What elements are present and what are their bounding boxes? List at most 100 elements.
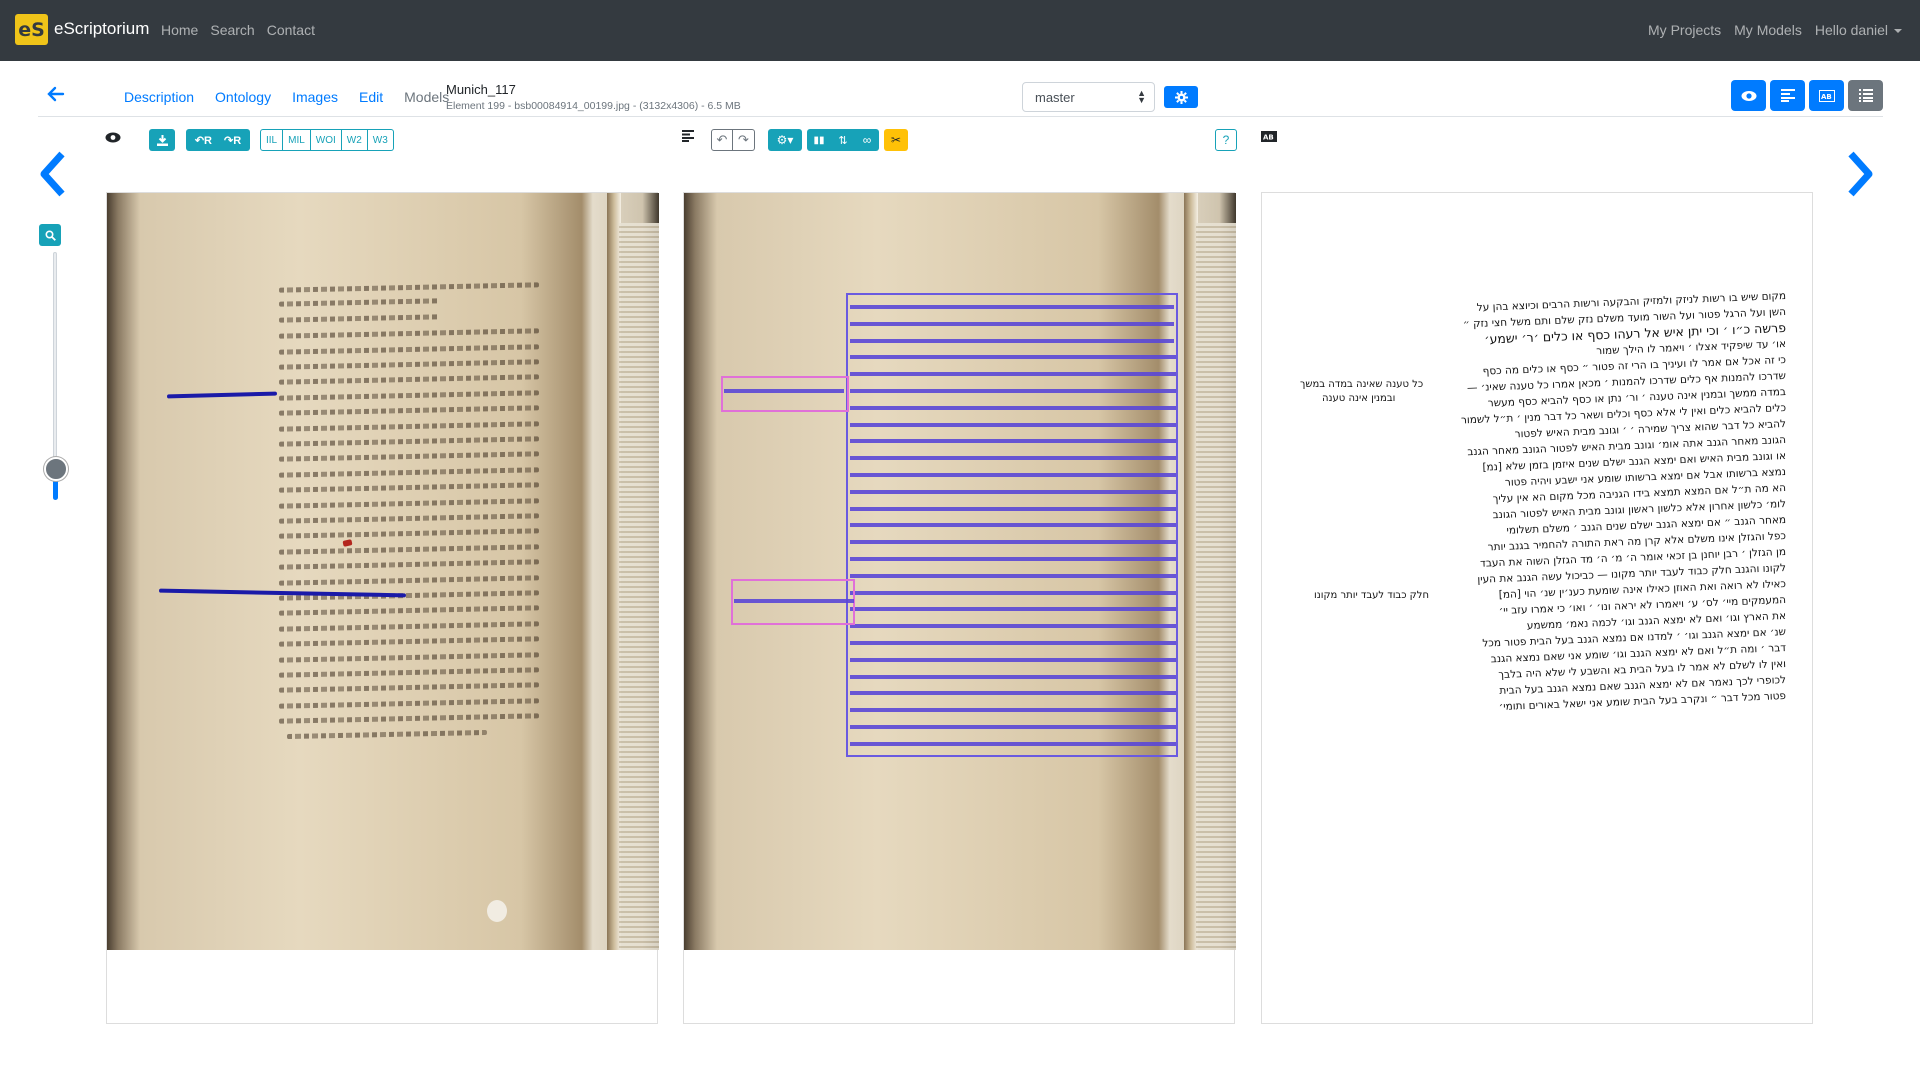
toggle-segmentation-panel[interactable] bbox=[1770, 80, 1805, 111]
link-icon: ∞ bbox=[862, 133, 872, 147]
manuscript-image-segmented[interactable] bbox=[684, 193, 1236, 950]
brand-name[interactable]: eScriptorium bbox=[54, 19, 149, 39]
eye-icon bbox=[1741, 90, 1756, 101]
zoom-button[interactable] bbox=[39, 224, 61, 246]
nav-search[interactable]: Search bbox=[210, 22, 254, 38]
handwritten-line bbox=[278, 482, 540, 493]
export-woi[interactable]: WOI bbox=[310, 129, 342, 151]
chevron-left-icon[interactable] bbox=[36, 148, 70, 211]
tab-edit[interactable]: Edit bbox=[359, 89, 383, 105]
download-icon bbox=[156, 134, 168, 146]
handwritten-line bbox=[286, 729, 488, 739]
handwritten-line bbox=[278, 667, 540, 678]
svg-text:AB: AB bbox=[1821, 93, 1832, 101]
rotate-group[interactable]: ↶R ↷R bbox=[186, 129, 250, 151]
segmentation-panel bbox=[683, 192, 1236, 1024]
handwritten-line bbox=[278, 497, 540, 509]
export-w3[interactable]: W3 bbox=[367, 129, 394, 151]
handwritten-line bbox=[278, 574, 540, 586]
download-button[interactable] bbox=[149, 129, 175, 151]
export-w2[interactable]: W2 bbox=[341, 129, 368, 151]
undo-redo-group: ↶ ↷ bbox=[711, 129, 755, 151]
help-button[interactable]: ? bbox=[1215, 129, 1237, 151]
align-left-icon bbox=[682, 130, 694, 142]
manuscript-image[interactable] bbox=[107, 193, 659, 950]
handwritten-line bbox=[278, 282, 540, 293]
visualisation-toolbar: AB bbox=[1261, 128, 1277, 152]
handwritten-line bbox=[278, 544, 540, 555]
margin-line[interactable] bbox=[734, 599, 854, 603]
cut-button[interactable]: ✂ bbox=[884, 129, 908, 151]
zoom-slider-handle[interactable] bbox=[44, 457, 68, 481]
arrow-left-icon[interactable] bbox=[47, 83, 65, 109]
rotate-left-icon[interactable]: ↶R bbox=[195, 134, 212, 147]
margin-note-1: כל טענה שאינה במדה במשך bbox=[1300, 379, 1424, 390]
handwritten-line bbox=[278, 682, 540, 694]
handwritten-line bbox=[278, 636, 540, 647]
document-subtitle: Element 199 - bsb00084914_00199.jpg - (3… bbox=[446, 100, 741, 112]
main-nav: Home Search Contact bbox=[161, 22, 315, 38]
list-icon bbox=[1858, 89, 1873, 102]
mode-group: ▮▮ ⇅ ∞ bbox=[807, 129, 879, 151]
red-mark bbox=[342, 539, 353, 547]
handwritten-line bbox=[278, 528, 540, 540]
margin-region[interactable] bbox=[721, 376, 849, 412]
redo-button[interactable]: ↷ bbox=[733, 129, 755, 151]
handwritten-line bbox=[278, 405, 540, 416]
undo-button[interactable]: ↶ bbox=[711, 129, 733, 151]
eye-icon[interactable] bbox=[105, 132, 121, 143]
select-arrows-icon: ▲ ▼ bbox=[1137, 88, 1146, 105]
margin-note-2: ובמנין אינה טענה bbox=[1322, 393, 1396, 404]
visualisation-panel: מקום שיש בו רשות לניזק ולמזיק והבקעה ורש… bbox=[1261, 192, 1813, 1024]
margin-line[interactable] bbox=[724, 389, 844, 393]
tab-images[interactable]: Images bbox=[292, 89, 338, 105]
tab-models[interactable]: Models bbox=[404, 89, 449, 105]
handwritten-line bbox=[278, 374, 540, 386]
settings-button[interactable] bbox=[1164, 86, 1198, 108]
user-menu[interactable]: Hello daniel bbox=[1815, 22, 1902, 38]
segmentation-settings-button[interactable]: ⚙▾ bbox=[768, 129, 802, 151]
main-text-region[interactable] bbox=[846, 293, 1178, 757]
segmentation-toolbar: ↶ ↷ ⚙▾ ▮▮ ⇅ ∞ ✂ ? bbox=[682, 128, 1237, 152]
chevron-right-icon[interactable] bbox=[1843, 148, 1877, 211]
handwritten-line bbox=[278, 605, 540, 617]
export-iil[interactable]: IIL bbox=[260, 129, 284, 151]
toggle-source-panel[interactable] bbox=[1731, 80, 1766, 111]
source-panel bbox=[106, 192, 659, 1024]
nav-contact[interactable]: Contact bbox=[267, 22, 315, 38]
handwritten-line bbox=[278, 513, 540, 524]
user-nav: My Projects My Models Hello daniel bbox=[1648, 22, 1902, 38]
branch-select[interactable]: master ▲ ▼ bbox=[1022, 82, 1155, 112]
document-header: Description Ontology Images Edit Models … bbox=[38, 75, 1883, 117]
handwritten-line bbox=[278, 698, 540, 709]
gears-dropdown-icon: ⚙▾ bbox=[776, 133, 794, 147]
transcription-text: מקום שיש בו רשות לניזק ולמזיק והבקעה ורש… bbox=[1286, 288, 1786, 713]
handwritten-line bbox=[278, 420, 540, 432]
nav-my-models[interactable]: My Models bbox=[1734, 22, 1802, 38]
transcription-canvas[interactable]: מקום שיש בו רשות לניזק ולמזיק והבקעה ורש… bbox=[1262, 193, 1812, 953]
tab-ontology[interactable]: Ontology bbox=[215, 89, 271, 105]
toggle-visualisation-panel[interactable]: AB bbox=[1809, 80, 1844, 111]
export-mil[interactable]: MIL bbox=[283, 129, 311, 151]
zoom-icon bbox=[44, 229, 56, 241]
scissors-icon: ✂ bbox=[890, 133, 902, 147]
text-visual-icon: AB bbox=[1261, 130, 1277, 142]
logo[interactable]: eS bbox=[15, 14, 48, 45]
handwritten-line bbox=[278, 436, 540, 447]
toggle-regions-button[interactable]: ▮▮ bbox=[807, 129, 831, 151]
toggle-diplomatic-panel[interactable] bbox=[1848, 80, 1883, 111]
panel-toggle-group: AB bbox=[1731, 80, 1883, 111]
toggle-line-order-button[interactable]: ⇅ bbox=[831, 129, 855, 151]
align-left-icon bbox=[1780, 89, 1795, 102]
nav-my-projects[interactable]: My Projects bbox=[1648, 22, 1721, 38]
toggle-link-button[interactable]: ∞ bbox=[855, 129, 879, 151]
seal-mark bbox=[487, 900, 507, 922]
nav-home[interactable]: Home bbox=[161, 22, 198, 38]
handwritten-line bbox=[278, 298, 440, 308]
tab-description[interactable]: Description bbox=[124, 89, 194, 105]
rotate-right-icon[interactable]: ↷R bbox=[224, 134, 241, 147]
document-tabs: Description Ontology Images Edit Models bbox=[124, 89, 470, 105]
margin-baseline[interactable] bbox=[166, 391, 278, 399]
page-leaves bbox=[1196, 223, 1236, 950]
handwritten-line bbox=[278, 713, 540, 724]
